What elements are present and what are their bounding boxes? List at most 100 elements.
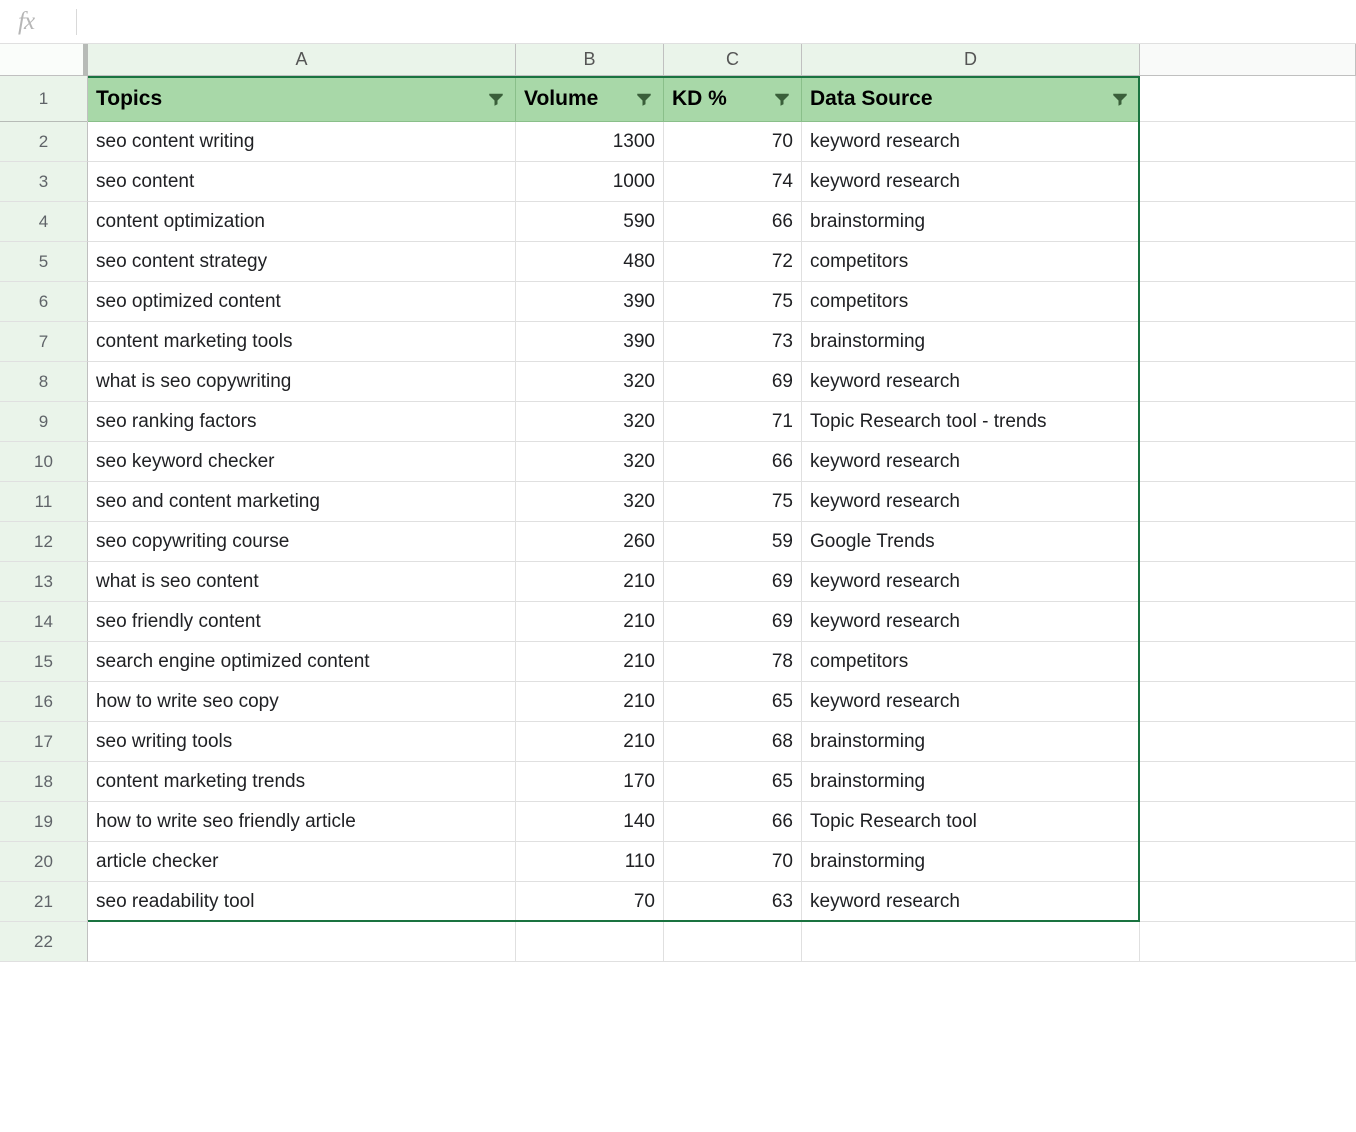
select-all-corner[interactable] — [0, 44, 88, 76]
row-header[interactable]: 15 — [0, 642, 88, 682]
cell-kd[interactable]: 66 — [664, 202, 802, 242]
cell-empty[interactable] — [1140, 362, 1356, 402]
cell-topic[interactable]: content marketing tools — [88, 322, 516, 362]
filter-icon[interactable] — [487, 90, 505, 108]
row-header[interactable]: 20 — [0, 842, 88, 882]
cell-source[interactable]: keyword research — [802, 362, 1140, 402]
cell-volume[interactable]: 1000 — [516, 162, 664, 202]
column-header-d[interactable]: D — [802, 44, 1140, 76]
row-header[interactable]: 10 — [0, 442, 88, 482]
cell-topic[interactable]: what is seo copywriting — [88, 362, 516, 402]
row-header[interactable]: 7 — [0, 322, 88, 362]
cell-volume[interactable]: 210 — [516, 602, 664, 642]
cell-source[interactable]: keyword research — [802, 122, 1140, 162]
cell-source[interactable]: Google Trends — [802, 522, 1140, 562]
cell-volume[interactable]: 210 — [516, 562, 664, 602]
cell-empty[interactable] — [1140, 402, 1356, 442]
cell-topic[interactable]: seo readability tool — [88, 882, 516, 922]
cell-kd[interactable]: 75 — [664, 282, 802, 322]
row-header[interactable]: 17 — [0, 722, 88, 762]
cell-kd[interactable]: 72 — [664, 242, 802, 282]
cell-volume[interactable]: 210 — [516, 722, 664, 762]
cell-volume[interactable]: 320 — [516, 402, 664, 442]
cell-source[interactable]: keyword research — [802, 562, 1140, 602]
cell-empty[interactable] — [1140, 282, 1356, 322]
cell-empty[interactable] — [664, 922, 802, 962]
filter-icon[interactable] — [635, 90, 653, 108]
cell-source[interactable]: keyword research — [802, 882, 1140, 922]
cell-source[interactable]: competitors — [802, 282, 1140, 322]
cell-kd[interactable]: 74 — [664, 162, 802, 202]
cell-volume[interactable]: 320 — [516, 362, 664, 402]
header-cell-source[interactable]: Data Source — [802, 76, 1140, 122]
row-header[interactable]: 16 — [0, 682, 88, 722]
cell-topic[interactable]: content optimization — [88, 202, 516, 242]
cell-volume[interactable]: 480 — [516, 242, 664, 282]
column-header-b[interactable]: B — [516, 44, 664, 76]
cell-topic[interactable]: seo friendly content — [88, 602, 516, 642]
row-header[interactable]: 9 — [0, 402, 88, 442]
cell-empty[interactable] — [1140, 162, 1356, 202]
cell-empty[interactable] — [1140, 682, 1356, 722]
row-header[interactable]: 5 — [0, 242, 88, 282]
cell-empty[interactable] — [1140, 522, 1356, 562]
cell-empty[interactable] — [802, 922, 1140, 962]
cell-source[interactable]: keyword research — [802, 602, 1140, 642]
cell-source[interactable]: competitors — [802, 242, 1140, 282]
cell-topic[interactable]: seo and content marketing — [88, 482, 516, 522]
cell-topic[interactable]: seo content writing — [88, 122, 516, 162]
row-header[interactable]: 21 — [0, 882, 88, 922]
header-cell-volume[interactable]: Volume — [516, 76, 664, 122]
cell-topic[interactable]: how to write seo friendly article — [88, 802, 516, 842]
cell-kd[interactable]: 69 — [664, 562, 802, 602]
cell-source[interactable]: brainstorming — [802, 322, 1140, 362]
cell-topic[interactable]: seo keyword checker — [88, 442, 516, 482]
cell-topic[interactable]: how to write seo copy — [88, 682, 516, 722]
cell-source[interactable]: keyword research — [802, 682, 1140, 722]
row-header[interactable]: 2 — [0, 122, 88, 162]
cell-kd[interactable]: 70 — [664, 842, 802, 882]
cell-topic[interactable]: seo writing tools — [88, 722, 516, 762]
cell-kd[interactable]: 59 — [664, 522, 802, 562]
cell-kd[interactable]: 78 — [664, 642, 802, 682]
filter-icon[interactable] — [773, 90, 791, 108]
row-header[interactable]: 11 — [0, 482, 88, 522]
column-header-a[interactable]: A — [88, 44, 516, 76]
cell-topic[interactable]: search engine optimized content — [88, 642, 516, 682]
cell-topic[interactable]: article checker — [88, 842, 516, 882]
cell-volume[interactable]: 260 — [516, 522, 664, 562]
cell-kd[interactable]: 73 — [664, 322, 802, 362]
cell-kd[interactable]: 71 — [664, 402, 802, 442]
cell-empty[interactable] — [1140, 842, 1356, 882]
cell-volume[interactable]: 320 — [516, 482, 664, 522]
row-header[interactable]: 14 — [0, 602, 88, 642]
column-header-extra[interactable] — [1140, 44, 1356, 76]
cell-volume[interactable]: 390 — [516, 282, 664, 322]
cell-topic[interactable]: seo optimized content — [88, 282, 516, 322]
cell-empty[interactable] — [1140, 242, 1356, 282]
cell-topic[interactable]: seo ranking factors — [88, 402, 516, 442]
cell-topic[interactable]: seo content strategy — [88, 242, 516, 282]
row-header[interactable]: 8 — [0, 362, 88, 402]
cell-source[interactable]: keyword research — [802, 482, 1140, 522]
cell-empty[interactable] — [1140, 202, 1356, 242]
cell-source[interactable]: keyword research — [802, 162, 1140, 202]
cell-volume[interactable]: 320 — [516, 442, 664, 482]
cell-empty[interactable] — [1140, 602, 1356, 642]
cell-topic[interactable]: seo content — [88, 162, 516, 202]
cell-volume[interactable]: 210 — [516, 682, 664, 722]
header-cell-kd[interactable]: KD % — [664, 76, 802, 122]
cell-volume[interactable]: 390 — [516, 322, 664, 362]
cell-kd[interactable]: 66 — [664, 802, 802, 842]
row-header[interactable]: 6 — [0, 282, 88, 322]
cell-kd[interactable]: 65 — [664, 762, 802, 802]
row-header[interactable]: 12 — [0, 522, 88, 562]
cell-topic[interactable]: content marketing trends — [88, 762, 516, 802]
cell-empty[interactable] — [1140, 722, 1356, 762]
cell-empty[interactable] — [1140, 122, 1356, 162]
formula-input[interactable] — [87, 0, 1356, 43]
cell-empty[interactable] — [1140, 922, 1356, 962]
cell-source[interactable]: brainstorming — [802, 202, 1140, 242]
row-header[interactable]: 3 — [0, 162, 88, 202]
cell-empty[interactable] — [1140, 322, 1356, 362]
